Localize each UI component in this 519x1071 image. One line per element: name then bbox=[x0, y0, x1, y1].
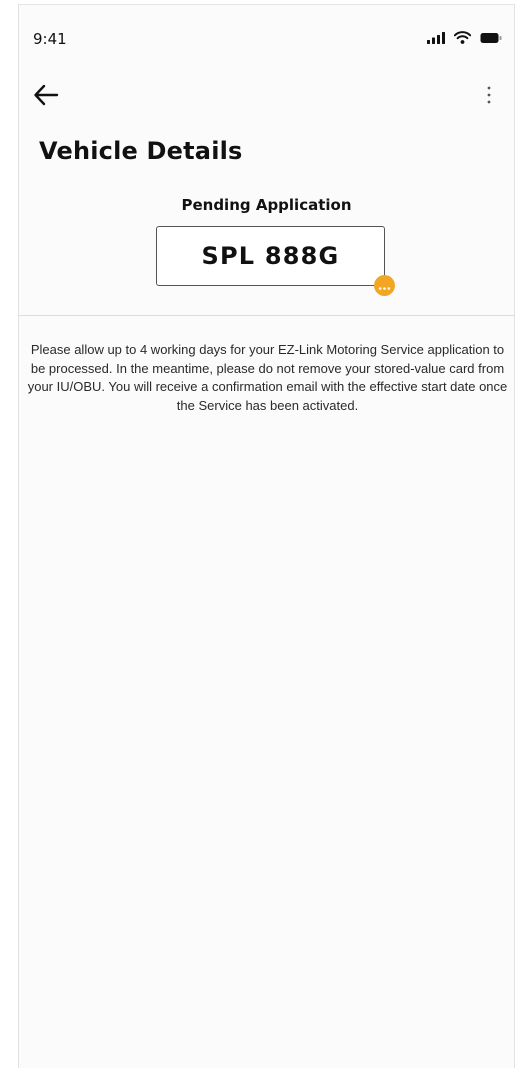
processing-info-message: Please allow up to 4 working days for yo… bbox=[27, 342, 508, 413]
divider bbox=[19, 315, 514, 316]
ellipsis-icon bbox=[378, 276, 391, 295]
pending-status-badge bbox=[374, 275, 395, 296]
app-bar bbox=[19, 69, 514, 119]
status-icons bbox=[427, 29, 502, 48]
back-button[interactable] bbox=[33, 77, 73, 113]
status-bar: 9:41 bbox=[19, 5, 514, 69]
license-plate: SPL 888G bbox=[156, 226, 385, 286]
cellular-signal-icon bbox=[427, 29, 445, 48]
arrow-left-icon bbox=[33, 84, 59, 117]
application-status-label: Pending Application bbox=[181, 196, 352, 214]
vertical-ellipsis-icon bbox=[478, 86, 500, 115]
status-time: 9:41 bbox=[33, 30, 67, 48]
plate-number: SPL 888G bbox=[201, 242, 340, 270]
page-title: Vehicle Details bbox=[39, 137, 243, 165]
phone-screen: 9:41 Vehicle Details Pending Application… bbox=[18, 4, 515, 1068]
battery-icon bbox=[480, 29, 502, 48]
more-options-button[interactable] bbox=[478, 79, 500, 111]
wifi-icon bbox=[453, 29, 472, 48]
